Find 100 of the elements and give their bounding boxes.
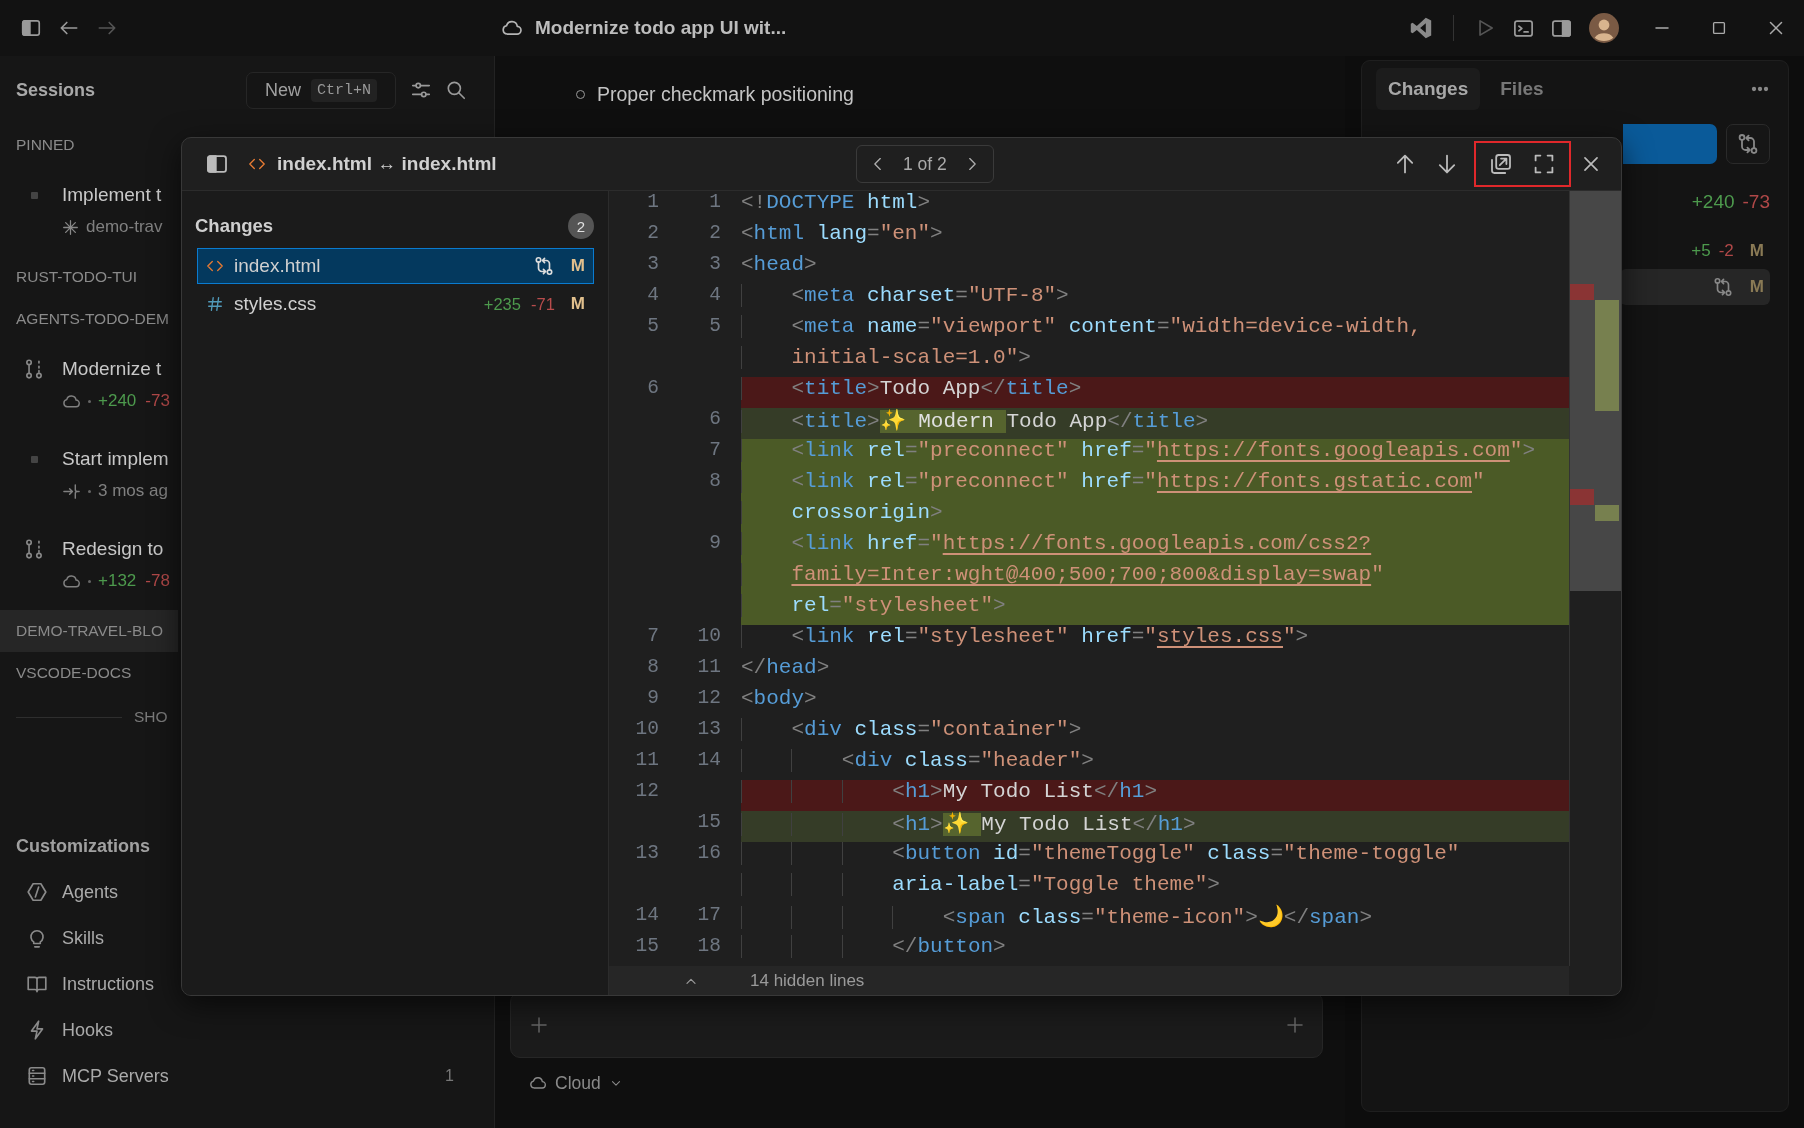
line-number: 5 (709, 315, 721, 337)
customizations-title: Customizations (15, 834, 151, 858)
handoff-icon (62, 481, 81, 501)
removed-count: -2 (1718, 241, 1734, 261)
overview-ruler[interactable] (1569, 191, 1621, 966)
cloud-icon (529, 1074, 547, 1092)
removed-count: -78 (145, 571, 170, 591)
customization-item[interactable]: Hooks (62, 1019, 114, 1041)
line-number: 1 (709, 191, 721, 213)
changed-file-row[interactable]: M (1620, 269, 1770, 305)
line-number: 1 (647, 191, 659, 213)
sidebar-toggle-icon[interactable] (20, 17, 42, 39)
asterisk-icon (62, 218, 79, 236)
session-title[interactable]: Modernize t (62, 358, 162, 380)
code-line: <div class="header"> (741, 749, 1569, 780)
line-number: 17 (697, 904, 721, 926)
line-number: 18 (697, 935, 721, 957)
code-line: <head> (741, 253, 818, 278)
session-time: 3 mos ag (98, 481, 168, 501)
section-header[interactable]: VSCODE-DOCS (0, 652, 178, 694)
compare-icon (1736, 132, 1760, 156)
line-number: 13 (697, 718, 721, 740)
file-item[interactable]: styles.css +235 -71 M (197, 286, 594, 322)
session-title[interactable]: Implement t (62, 184, 162, 206)
logo-icon[interactable] (1409, 16, 1433, 40)
code-line: </button> (741, 935, 1569, 966)
section-header[interactable]: PINNED (0, 124, 178, 166)
status-letter: M (1749, 277, 1764, 297)
section-header[interactable]: RUST-TODO-TUI (0, 256, 178, 298)
compare-button[interactable] (1726, 124, 1770, 164)
removed-count: -73 (145, 391, 170, 411)
added-count: +5 (1691, 241, 1711, 261)
shortcut-key: Ctrl+N (311, 78, 377, 102)
code-line: initial-scale=1.0"> (741, 346, 1569, 377)
search-icon[interactable] (445, 79, 467, 101)
avatar[interactable] (1589, 13, 1619, 43)
line-number: 6 (709, 408, 721, 430)
file-item[interactable]: index.html M (197, 248, 594, 284)
line-number: 9 (709, 532, 721, 554)
line-number: 9 (647, 687, 659, 709)
customization-item[interactable]: Instructions (62, 973, 155, 995)
tab[interactable]: Files (1488, 68, 1556, 110)
hidden-lines-bar[interactable]: 14 hidden lines (609, 966, 1569, 995)
code-line: <meta charset="UTF-8"> (741, 284, 1569, 315)
code-line: <!DOCTYPE html> (741, 191, 932, 216)
sidebar-toggle-icon[interactable] (205, 152, 229, 176)
branch-icon (23, 538, 45, 560)
line-number: 4 (709, 284, 721, 306)
separator-dot (88, 579, 91, 583)
code-line: <link rel="stylesheet" href="styles.css"> (741, 625, 1569, 656)
code-line: <html lang="en"> (741, 222, 944, 247)
fullscreen-icon[interactable] (1532, 152, 1556, 176)
section-header[interactable]: DEMO-TRAVEL-BLO (0, 610, 178, 652)
changed-file-row[interactable]: +5 -2 M (1620, 233, 1770, 269)
minimize-icon (1654, 27, 1669, 29)
item-count: 1 (445, 1067, 454, 1085)
dialog-title: index.html ↔ index.html (277, 153, 497, 175)
line-number: 13 (635, 842, 659, 864)
tab[interactable]: Changes (1376, 68, 1481, 110)
line-number: 15 (697, 811, 721, 833)
count-badge: 2 (568, 213, 594, 239)
separator-dot (88, 399, 91, 403)
customization-item[interactable]: MCP Servers (62, 1065, 169, 1087)
line-number: 6 (647, 377, 659, 399)
line-number: 2 (709, 222, 721, 244)
removed-count: -73 (1742, 191, 1770, 213)
line-number: 2 (647, 222, 659, 244)
session-title[interactable]: Start implem (62, 448, 169, 470)
session-workspace: demo-trav (86, 217, 163, 237)
code-line: <button id="themeToggle" class="theme-toggle" (741, 842, 1569, 873)
section-header[interactable]: AGENTS-TODO-DEM (0, 298, 178, 340)
added-count: +240 (1691, 191, 1735, 213)
code-line: <div class="container"> (741, 718, 1569, 749)
added-count: +132 (98, 571, 137, 591)
mode-selector[interactable]: Cloud (555, 1072, 601, 1094)
line-number: 10 (697, 625, 721, 647)
line-number: 3 (647, 253, 659, 275)
line-number: 12 (697, 687, 721, 709)
removed-count: -71 (530, 294, 555, 314)
branch-icon (23, 358, 45, 380)
line-number: 11 (635, 749, 659, 771)
line-number: 4 (647, 284, 659, 306)
line-number: 8 (647, 656, 659, 678)
server-icon (26, 1065, 48, 1087)
line-number: 16 (697, 842, 721, 864)
status-letter: M (1749, 241, 1764, 261)
code-line: </head> (741, 656, 831, 681)
list-item-text: Proper checkmark positioning (597, 82, 854, 106)
session-title[interactable]: Redesign to (62, 538, 164, 560)
show-more-link[interactable]: SHO (134, 708, 168, 726)
line-number: 8 (709, 470, 721, 492)
code-line: <span class="theme-icon">🌙</span> (741, 904, 1569, 935)
customization-item[interactable]: Skills (62, 927, 104, 949)
new-session-button[interactable]: New Ctrl+N (246, 71, 396, 109)
code-line: aria-label="Toggle theme"> (741, 873, 1569, 904)
popout-icon[interactable] (1489, 152, 1513, 176)
window-title: Modernize todo app UI wit... (535, 17, 787, 39)
line-number: 7 (647, 625, 659, 647)
pager-text: 1 of 2 (903, 153, 947, 175)
customization-item[interactable]: Agents (62, 881, 119, 903)
